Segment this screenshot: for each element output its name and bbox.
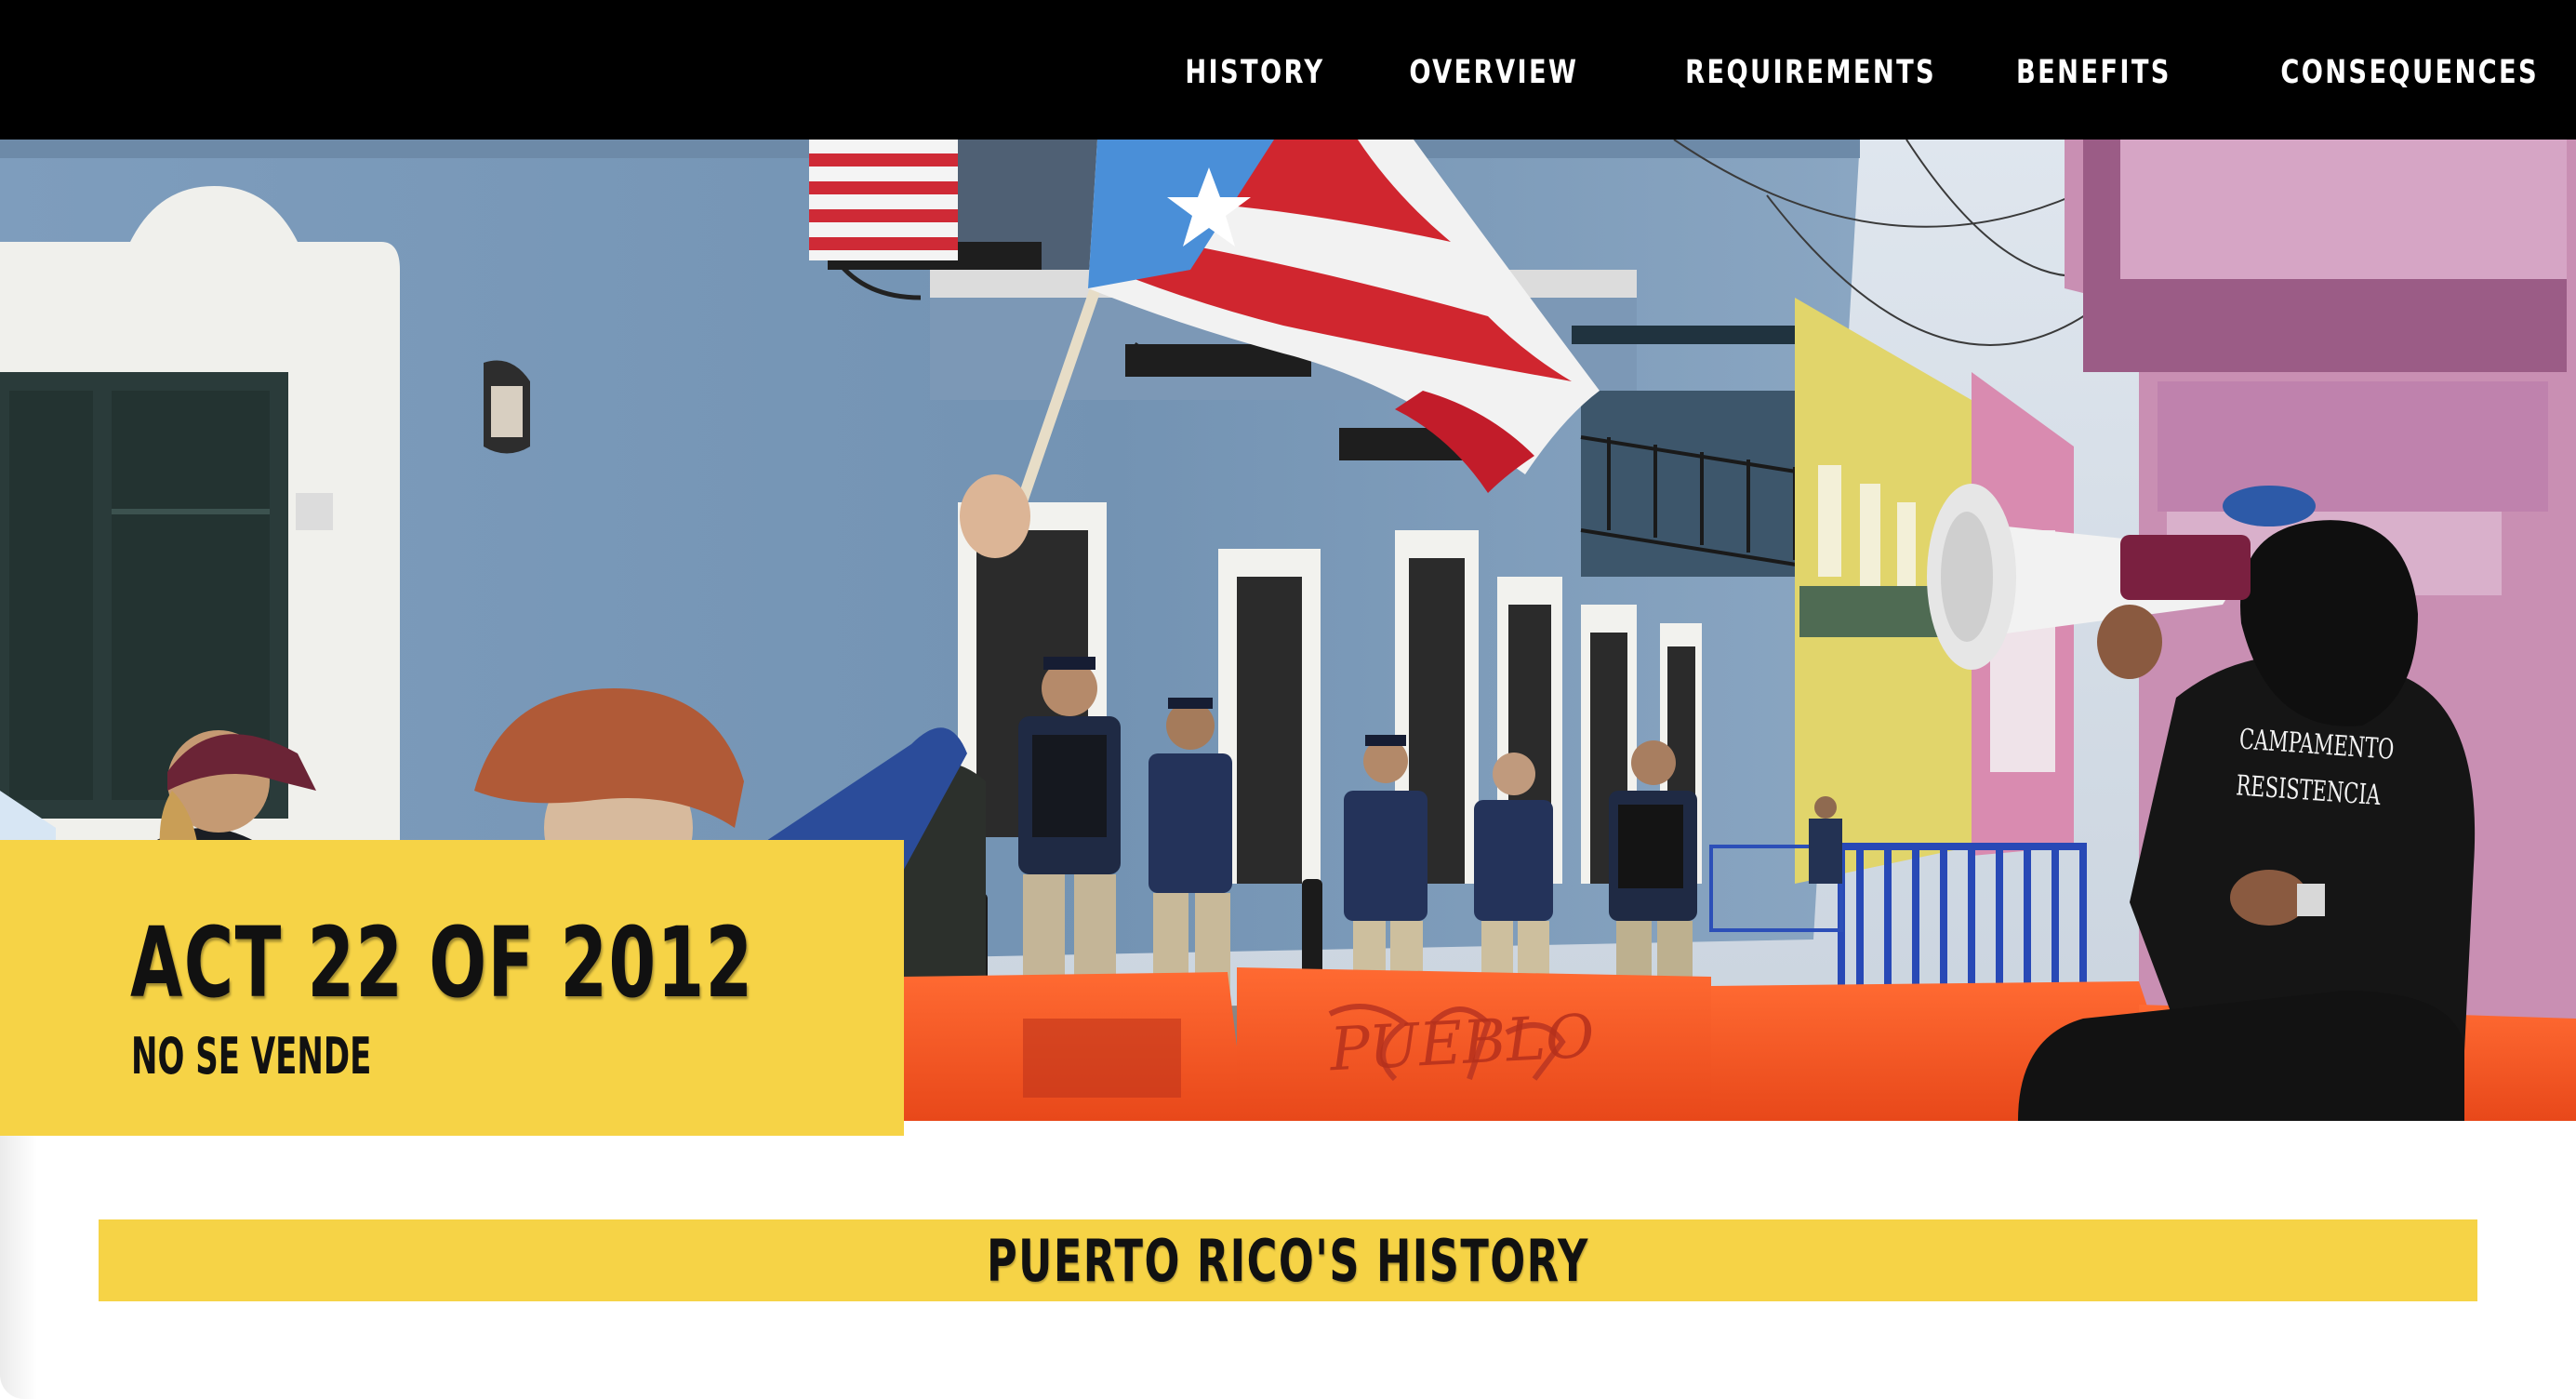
- nav-link-benefits[interactable]: BENEFITS: [1972, 54, 2171, 91]
- shirt-text-line-2: RESISTENCIA: [2235, 769, 2382, 813]
- top-navigation-bar: HISTORY OVERVIEW REQUIREMENTS BENEFITS C…: [0, 0, 2576, 140]
- page: HISTORY OVERVIEW REQUIREMENTS BENEFITS C…: [0, 0, 2576, 1399]
- nav-link-overview[interactable]: OVERVIEW: [1361, 54, 1578, 91]
- hero-title: ACT 22 OF 2012: [130, 906, 754, 1019]
- nav-link-label: HISTORY: [1185, 54, 1325, 91]
- hero-title-card: ACT 22 OF 2012 NO SE VENDE: [0, 840, 904, 1136]
- nav-link-consequences[interactable]: CONSEQUENCES: [2208, 54, 2539, 91]
- page-edge-shade: [0, 1136, 37, 1399]
- nav-link-requirements[interactable]: REQUIREMENTS: [1614, 54, 1936, 91]
- nav-link-label: OVERVIEW: [1409, 54, 1579, 91]
- hero-subtitle: NO SE VENDE: [131, 1027, 372, 1086]
- nav-link-label: REQUIREMENTS: [1685, 54, 1937, 91]
- nav-link-label: CONSEQUENCES: [2280, 54, 2539, 91]
- barrier-graffiti: PUEBLO: [1328, 1002, 1597, 1086]
- nav-link-label: BENEFITS: [2016, 54, 2171, 91]
- section-title: PUERTO RICO'S HISTORY: [987, 1226, 1589, 1295]
- main-nav: HISTORY OVERVIEW REQUIREMENTS BENEFITS C…: [1109, 47, 2539, 99]
- nav-link-history[interactable]: HISTORY: [1146, 54, 1325, 91]
- shirt-text: CAMPAMENTO RESISTENCIA: [2235, 716, 2445, 823]
- section-heading-bar: PUERTO RICO'S HISTORY: [99, 1219, 2477, 1301]
